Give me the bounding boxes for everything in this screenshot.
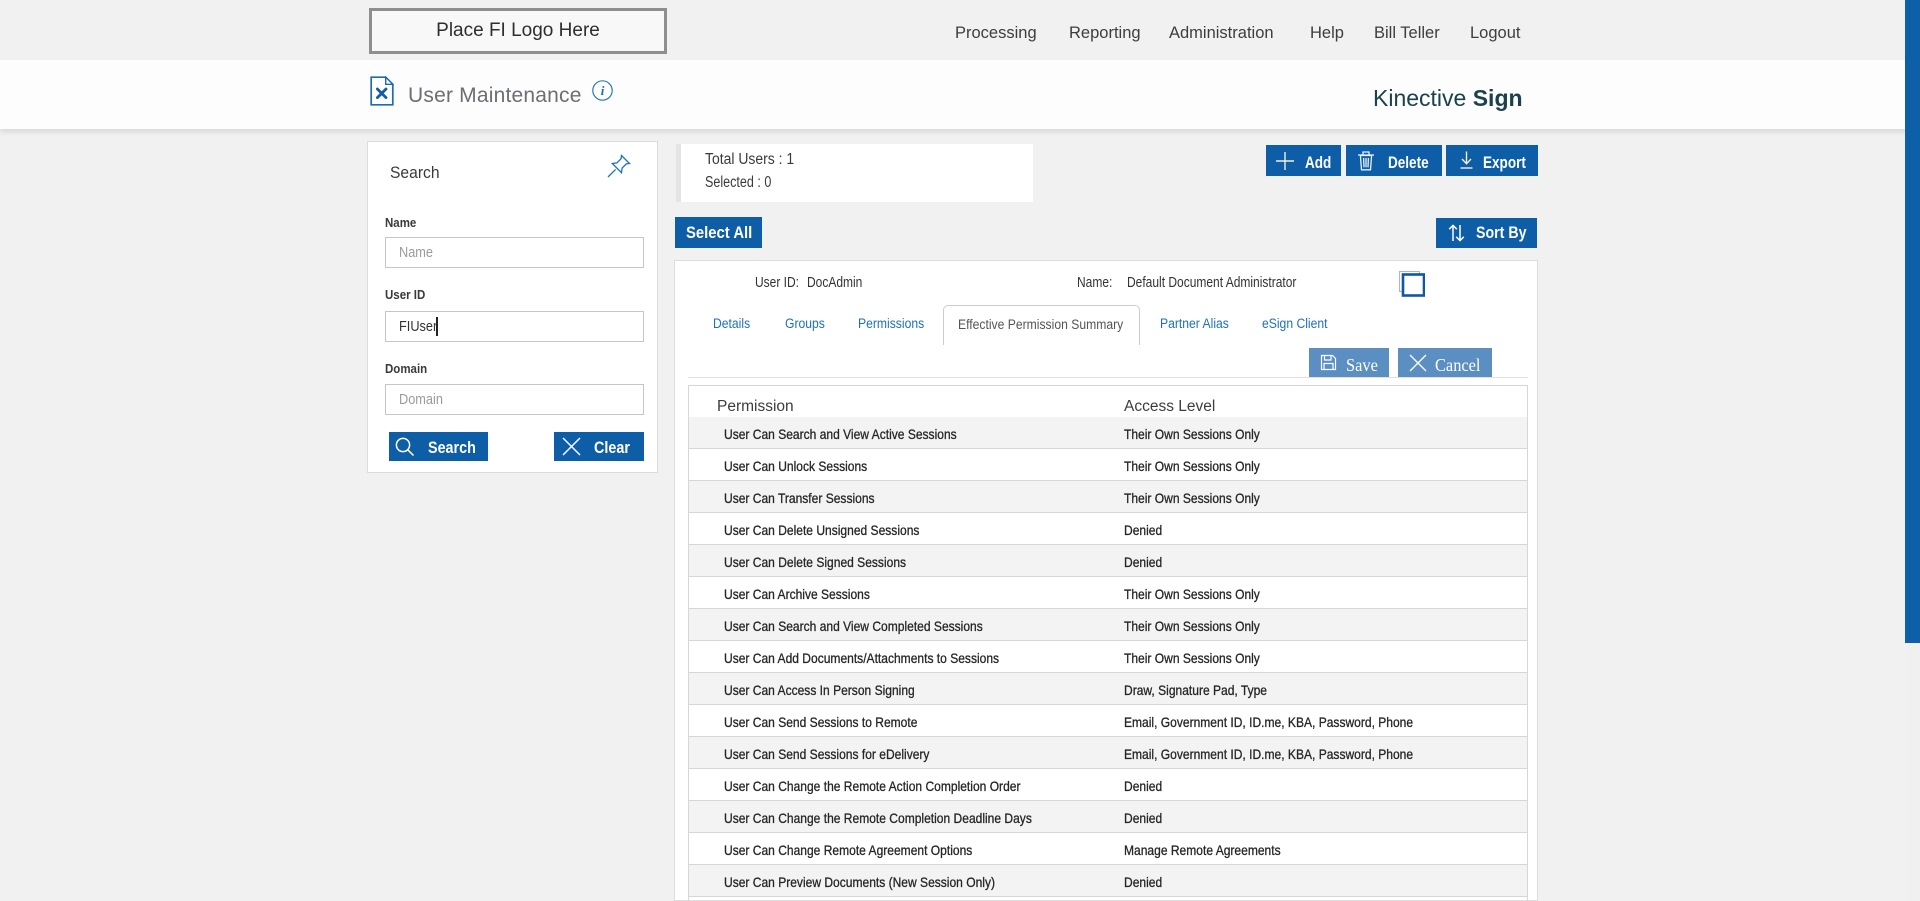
svg-text:i: i [601, 83, 605, 98]
